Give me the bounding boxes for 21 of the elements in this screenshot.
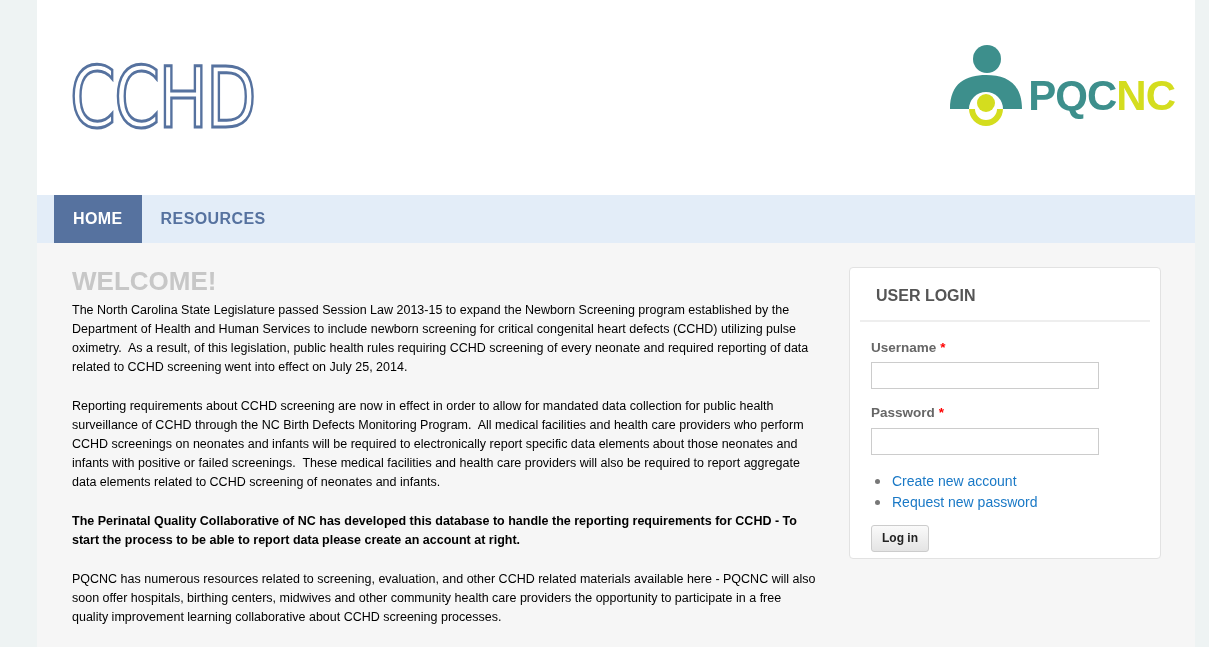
login-button[interactable]: Log in	[871, 524, 929, 552]
paragraph: PQCNC has numerous resources related to screening, evaluation, and other CCHD related materials available here - PQCNC will also soon offer hospitals, birthing centers, midwives and other community health care providers the opportunity to participate in a free quality improvement learning collaborative about CCHD screening processes.	[72, 571, 817, 626]
nav-tab[interactable]: HOME	[54, 195, 142, 243]
bullet-icon	[875, 478, 880, 484]
field-label: Password	[871, 404, 935, 423]
bullet-icon	[875, 499, 880, 505]
site-logo[interactable]: CCHD	[70, 55, 255, 140]
paragraph: The Perinatal Quality Collaborative of NC has developed this database to handle the reporting requirements for CCHD - To start the process to be able to report data please create an account at right.	[72, 513, 798, 549]
panel-title: USER LOGIN	[876, 286, 977, 306]
required-mark: *	[938, 404, 945, 423]
required-mark: *	[940, 339, 946, 357]
nav-tab[interactable]: RESOURCES	[141, 195, 285, 243]
logo-text: PQC	[1028, 74, 1117, 117]
paragraph: The North Carolina State Legislature passed Session Law 2013-15 to expand the Newborn Screening program established by the Department of Health and Human Services to include newborn screening for critical congenital heart defects (CCHD) utilizing pulse oximetry. As a result, of this legislation, public health rules requiring CCHD screening of every neonate and required reporting of data related to CCHD screening went into effect on July 25, 2014.	[72, 302, 810, 376]
paragraph: Reporting requirements about CCHD screening are now in effect in order to allow for mandated data collection for public health surveillance of CCHD through the NC Birth Defects Monitoring Program. All medical facilities and health care providers who perform CCHD screenings on neonates and infants will be required to electronically report specific data elements about those neonates and infants with positive or failed screenings. These medical facilities and health care providers will also be required to report aggregate data elements related to CCHD screening of neonates and infants.	[72, 398, 805, 491]
link[interactable]: Create new account	[892, 470, 1017, 492]
input-field[interactable]	[871, 427, 1099, 455]
logo-text: NC	[1116, 74, 1175, 117]
input-field[interactable]	[871, 362, 1099, 390]
field-label: Username	[871, 339, 937, 357]
link[interactable]: Request new password	[892, 491, 1038, 513]
